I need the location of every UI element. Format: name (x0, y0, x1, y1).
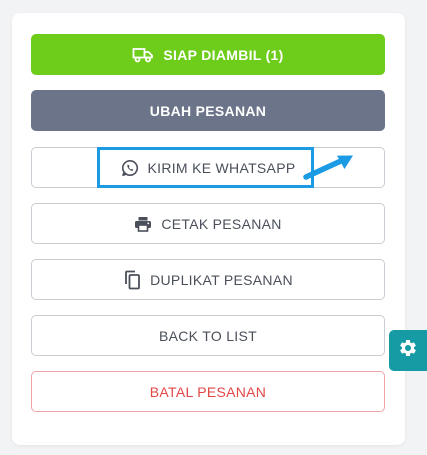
truck-icon (132, 47, 154, 63)
edit-order-label: UBAH PESANAN (149, 102, 267, 119)
ready-pickup-button[interactable]: SIAP DIAMBIL (1) (31, 34, 385, 75)
send-whatsapp-label: KIRIM KE WHATSAPP (147, 159, 296, 176)
print-order-label: CETAK PESANAN (161, 215, 282, 232)
ready-pickup-label: SIAP DIAMBIL (1) (163, 46, 284, 63)
duplicate-order-button[interactable]: DUPLIKAT PESANAN (31, 259, 385, 300)
copy-icon (123, 270, 141, 290)
back-to-list-button[interactable]: BACK TO LIST (31, 315, 385, 356)
print-order-button[interactable]: CETAK PESANAN (31, 203, 385, 244)
duplicate-order-label: DUPLIKAT PESANAN (150, 271, 293, 288)
back-to-list-label: BACK TO LIST (158, 327, 257, 344)
pointer-arrow-icon (303, 155, 353, 180)
gear-icon (398, 338, 418, 363)
cancel-order-button[interactable]: BATAL PESANAN (31, 371, 385, 412)
edit-order-button[interactable]: UBAH PESANAN (31, 90, 385, 131)
cancel-order-label: BATAL PESANAN (149, 383, 267, 400)
whatsapp-icon (121, 159, 139, 177)
settings-tab[interactable] (389, 330, 427, 371)
printer-icon (134, 216, 152, 232)
